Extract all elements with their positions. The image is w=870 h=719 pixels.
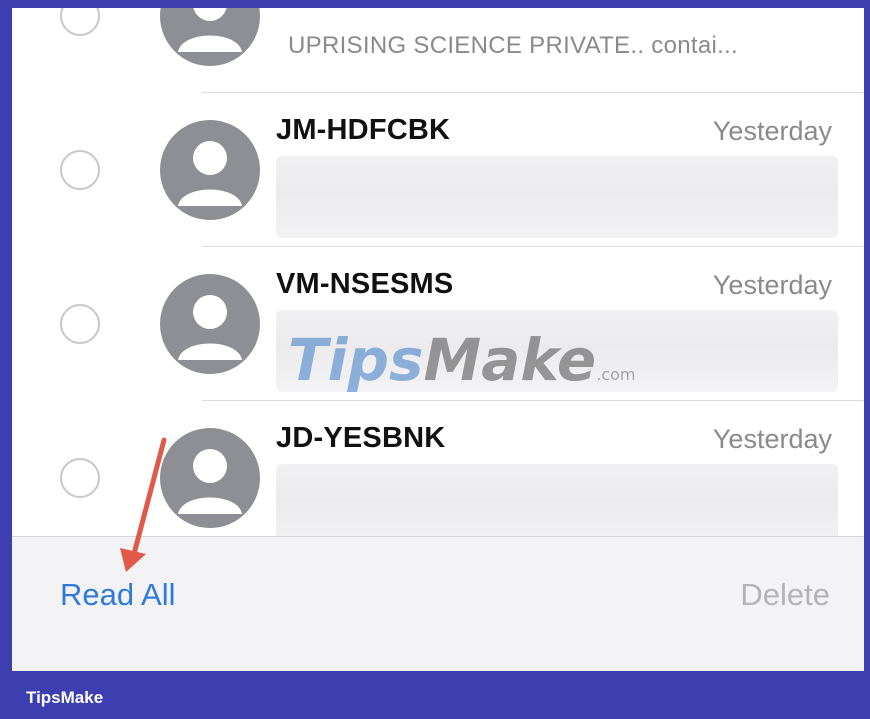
- person-avatar-icon: [160, 120, 260, 220]
- message-sender: VM-NSESMS: [276, 268, 454, 300]
- blurred-message-preview: [276, 156, 838, 238]
- message-row[interactable]: VM-NSESMS Yesterday: [12, 246, 864, 400]
- row-divider: [202, 400, 864, 401]
- selection-circle-icon[interactable]: [60, 458, 100, 498]
- selection-circle-icon[interactable]: [60, 304, 100, 344]
- message-row-partial[interactable]: UPRISING SCIENCE PRIVATE.. contai...: [12, 8, 864, 92]
- red-arrow-icon: [120, 437, 167, 572]
- selection-circle-icon[interactable]: [60, 8, 100, 36]
- blurred-message-preview: [276, 310, 838, 392]
- message-time: Yesterday: [712, 116, 832, 146]
- message-preview: UPRISING SCIENCE PRIVATE.. contai...: [288, 32, 739, 59]
- message-sender: JD-YESBNK: [276, 422, 446, 454]
- delete-button[interactable]: Delete: [740, 577, 830, 613]
- selection-circle-icon[interactable]: [60, 150, 100, 190]
- message-sender: JM-HDFCBK: [276, 114, 451, 146]
- messages-screen: UPRISING SCIENCE PRIVATE.. contai... JM-…: [12, 8, 864, 671]
- person-avatar-icon: [160, 8, 260, 66]
- message-time: Yesterday: [712, 270, 832, 300]
- person-avatar-icon: [160, 274, 260, 374]
- row-divider: [202, 246, 864, 247]
- footer-brand: TipsMake: [26, 688, 104, 707]
- message-row[interactable]: JM-HDFCBK Yesterday: [12, 92, 864, 246]
- row-divider: [202, 92, 864, 93]
- message-time: Yesterday: [712, 424, 832, 454]
- blurred-message-preview: [276, 464, 838, 546]
